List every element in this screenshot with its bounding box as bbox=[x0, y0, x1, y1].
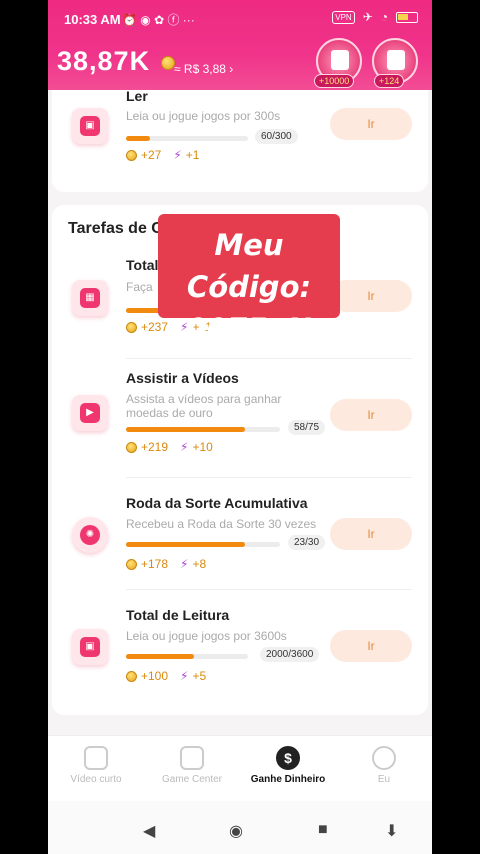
video-icon: ▶ bbox=[72, 395, 108, 431]
bonus-gift-button[interactable]: +10000 bbox=[314, 38, 362, 88]
reward-energy: +5 bbox=[192, 669, 207, 683]
task-title: Total de Leitura bbox=[126, 607, 230, 623]
bottom-tab-bar: Vídeo curto Game Center $ Ganhe Dinheiro… bbox=[48, 735, 432, 801]
profile-icon bbox=[372, 746, 396, 770]
bonus-video-amount: +124 bbox=[374, 74, 405, 88]
go-button[interactable]: Ir bbox=[330, 630, 412, 662]
task-desc: Leia ou jogue jogos por 300s bbox=[126, 109, 281, 123]
task-card-top: ▣ Ler Leia ou jogue jogos por 300s 60/30… bbox=[52, 90, 428, 192]
task-desc: Leia ou jogue jogos por 3600s bbox=[126, 629, 287, 643]
book-icon: ▣ bbox=[72, 108, 108, 144]
coin-icon bbox=[160, 55, 175, 70]
status-bar: 10:33 AM ⏰ ◉ ✿ ⓕ ··· VPN ✈ ◔ bbox=[48, 10, 432, 32]
reward-energy: +8 bbox=[192, 557, 207, 571]
energy-icon: ⚡ bbox=[173, 148, 182, 162]
task-desc: Assista a vídeos para ganhar moedas de o… bbox=[126, 392, 282, 420]
system-icons: VPN ✈ ◔ bbox=[332, 10, 418, 24]
coin-icon bbox=[126, 559, 137, 571]
bonus-video-button[interactable]: +124 bbox=[372, 38, 418, 88]
balance-conversion[interactable]: ≈ R$ 3,88 › bbox=[174, 62, 233, 76]
overlay-label: Meu Código: bbox=[186, 228, 312, 304]
reward-coins: +219 bbox=[141, 440, 169, 454]
nav-menu-icon[interactable]: ⬇ bbox=[385, 821, 398, 841]
task-rewards: +219 ⚡ +10 bbox=[126, 440, 213, 454]
go-button[interactable]: Ir bbox=[330, 108, 412, 140]
task-list-scroll[interactable]: ▣ Ler Leia ou jogue jogos por 300s 60/30… bbox=[48, 90, 432, 735]
task-desc: Recebeu a Roda da Sorte 30 vezes bbox=[126, 517, 317, 531]
task-title: Assistir a Vídeos bbox=[126, 370, 239, 386]
section-title: Tarefas de C bbox=[68, 220, 163, 237]
home-icon[interactable]: ◉ bbox=[229, 821, 243, 841]
coin-icon bbox=[126, 442, 137, 454]
task-progress-bar bbox=[126, 654, 248, 659]
tab-ganhe-dinheiro[interactable]: $ Ganhe Dinheiro bbox=[240, 746, 336, 785]
task-rewards: +178 ⚡ +8 bbox=[126, 557, 206, 571]
bonus-gift-amount: +10000 bbox=[314, 74, 355, 88]
divider bbox=[126, 477, 412, 478]
divider bbox=[126, 589, 412, 590]
task-title: Roda da Sorte Acumulativa bbox=[126, 495, 308, 511]
phone-screen: 10:33 AM ⏰ ◉ ✿ ⓕ ··· VPN ✈ ◔ 38,87K ≈ R$… bbox=[48, 0, 432, 854]
status-time: 10:33 AM bbox=[64, 12, 121, 27]
tab-video-curto[interactable]: Vídeo curto bbox=[48, 746, 144, 785]
wheel-icon: ✺ bbox=[72, 517, 108, 553]
energy-icon: ⚡ bbox=[180, 557, 189, 571]
reward-coins: +178 bbox=[141, 557, 169, 571]
task-rewards: +100 ⚡ +5 bbox=[126, 669, 206, 683]
tab-label: Ganhe Dinheiro bbox=[250, 774, 326, 785]
divider bbox=[126, 358, 412, 359]
task-progress-bar bbox=[126, 542, 280, 547]
task-progress-text: 23/30 bbox=[288, 535, 326, 550]
task-item: ▣ Total de Leitura Leia ou jogue jogos p… bbox=[52, 607, 428, 717]
go-button[interactable]: Ir bbox=[330, 280, 412, 312]
gamepad-icon bbox=[180, 746, 204, 770]
play-icon bbox=[387, 50, 405, 70]
gift-icon bbox=[331, 50, 349, 70]
coin-icon bbox=[126, 671, 137, 683]
task-progress-text: 60/300 bbox=[255, 129, 298, 144]
tab-label: Game Center bbox=[161, 774, 223, 785]
tab-label: Eu bbox=[377, 774, 391, 785]
tab-label: Vídeo curto bbox=[70, 774, 122, 785]
task-title: Total bbox=[126, 257, 159, 273]
battery-icon bbox=[396, 11, 418, 23]
tab-game-center[interactable]: Game Center bbox=[144, 746, 240, 785]
airplane-icon: ✈ bbox=[362, 10, 373, 24]
tab-eu[interactable]: Eu bbox=[336, 746, 432, 785]
coin-balance[interactable]: 38,87K bbox=[57, 46, 175, 77]
reward-energy: +1 bbox=[185, 148, 200, 162]
energy-icon: ⚡ bbox=[180, 669, 189, 683]
go-button[interactable]: Ir bbox=[330, 518, 412, 550]
energy-icon: ⚡ bbox=[180, 440, 189, 454]
balance-value: 38,87K bbox=[57, 46, 151, 76]
back-icon[interactable]: ◀ bbox=[143, 821, 155, 841]
go-button[interactable]: Ir bbox=[330, 399, 412, 431]
overlay-code: 0075oN bbox=[186, 312, 312, 346]
task-progress-text: 58/75 bbox=[288, 420, 326, 435]
reward-energy: +10 bbox=[192, 440, 213, 454]
book-icon: ▣ bbox=[72, 629, 108, 665]
notification-icons: ⏰ ◉ ✿ ⓕ ··· bbox=[122, 13, 195, 27]
recents-icon[interactable]: ■ bbox=[318, 821, 328, 839]
system-nav-bar: ◀ ◉ ■ ⬇ bbox=[48, 801, 432, 854]
task-progress-bar bbox=[126, 136, 248, 141]
reward-coins: +27 bbox=[141, 148, 162, 162]
vpn-icon: VPN bbox=[332, 10, 355, 24]
wifi-icon: ◔ bbox=[380, 10, 388, 24]
video-camera-icon bbox=[84, 746, 108, 770]
dollar-icon: $ bbox=[276, 746, 300, 770]
task-title: Ler bbox=[126, 90, 148, 104]
task-progress-bar bbox=[126, 427, 280, 432]
coin-icon bbox=[126, 322, 137, 334]
header: 10:33 AM ⏰ ◉ ✿ ⓕ ··· VPN ✈ ◔ 38,87K ≈ R$… bbox=[48, 0, 432, 90]
task-progress-text: 2000/3600 bbox=[260, 647, 320, 662]
coin-icon bbox=[126, 150, 137, 162]
task-rewards: +27 ⚡ +1 bbox=[126, 148, 199, 162]
reward-coins: +100 bbox=[141, 669, 169, 683]
referral-code-overlay: Meu Código: 0075oN bbox=[158, 214, 340, 346]
task-item: ▶ Assistir a Vídeos Assista a vídeos par… bbox=[52, 370, 428, 480]
calendar-icon: ▦ bbox=[72, 280, 108, 316]
